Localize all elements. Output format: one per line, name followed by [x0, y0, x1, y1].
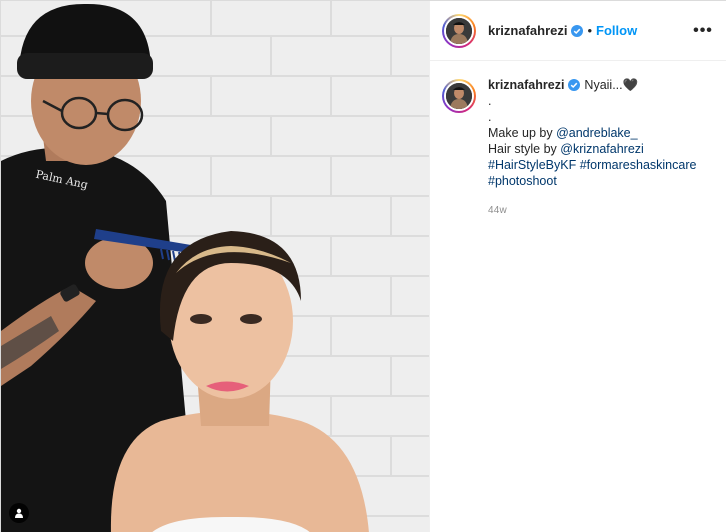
- caption-comment: kriznafahrezi Nyaii... 🖤 . . Make up by …: [430, 61, 726, 219]
- separator-dot: •: [587, 23, 593, 38]
- caption-dot-line: .: [488, 94, 492, 108]
- avatar-image: [446, 17, 472, 44]
- header-username[interactable]: kriznafahrezi: [488, 23, 567, 38]
- caption-hashtags-line: #HairStyleByKF #formareshaskincare: [488, 157, 713, 173]
- hashtag-hairstylebykf[interactable]: #HairStyleByKF: [488, 158, 576, 172]
- caption-makeup-line: Make up by @andreblake_: [488, 125, 713, 141]
- post-modal: Palm Ang kriznafahrezi • Follow ••• kriz…: [0, 0, 726, 532]
- more-options-icon[interactable]: •••: [691, 19, 715, 43]
- photo-illustration: Palm Ang: [1, 1, 429, 532]
- black-heart-icon: 🖤: [622, 78, 639, 92]
- verified-badge-icon: [568, 79, 581, 91]
- post-header: kriznafahrezi • Follow •••: [430, 1, 726, 61]
- caption-dot-line: .: [488, 110, 492, 124]
- follow-button[interactable]: Follow: [596, 23, 637, 38]
- caption-hair-line: Hair style by @kriznafahrezi: [488, 141, 713, 157]
- hashtag-formareshaskincare[interactable]: #formareshaskincare: [580, 158, 697, 172]
- user-tag-icon[interactable]: [9, 503, 29, 523]
- hashtag-photoshoot[interactable]: #photoshoot: [488, 174, 557, 188]
- mention-andreblake[interactable]: @andreblake_: [556, 126, 638, 140]
- verified-badge-icon: [571, 24, 584, 37]
- makeup-prefix: Make up by: [488, 126, 557, 140]
- post-time[interactable]: 44w: [488, 203, 713, 219]
- caption-text: kriznafahrezi Nyaii... 🖤 . . Make up by …: [488, 77, 713, 219]
- header-avatar[interactable]: [442, 13, 476, 48]
- caption-avatar[interactable]: [442, 79, 476, 113]
- mention-kriznafahrezi[interactable]: @kriznafahrezi: [560, 142, 644, 156]
- post-photo[interactable]: Palm Ang: [1, 1, 429, 532]
- caption-intro: Nyaii...: [584, 78, 623, 92]
- post-side-panel: kriznafahrezi • Follow ••• kriznafahrezi…: [429, 1, 726, 532]
- caption-username[interactable]: kriznafahrezi: [488, 77, 564, 93]
- caption-hashtags-line: #photoshoot: [488, 173, 713, 189]
- hair-prefix: Hair style by: [488, 142, 561, 156]
- avatar-image: [446, 83, 472, 109]
